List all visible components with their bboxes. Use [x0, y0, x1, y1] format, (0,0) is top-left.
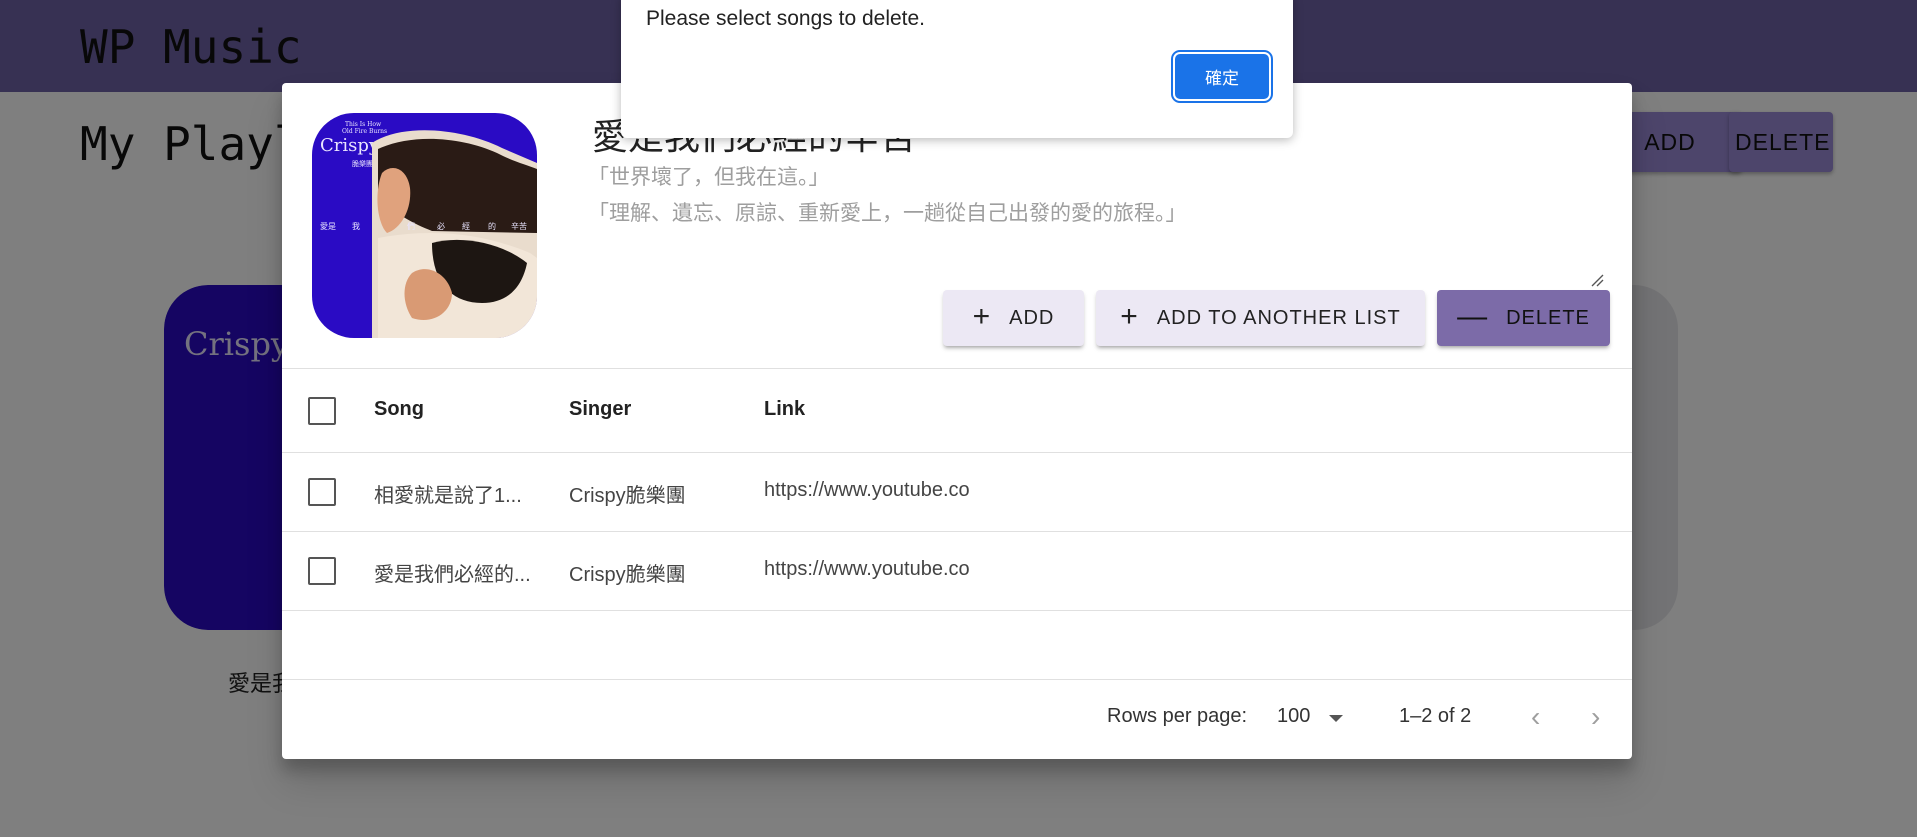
cover-artwork — [372, 130, 537, 338]
minus-icon: — — [1457, 300, 1489, 333]
page: WP Music My Playlists ADD DELETE Crispy … — [0, 0, 1917, 837]
column-header-link[interactable]: Link — [764, 398, 805, 421]
singer-cell: Crispy脆樂團 — [569, 485, 686, 507]
playlist-description-line-2[interactable]: 「理解、遺忘、原諒、重新愛上，一趟從自己出發的愛的旅程。」 — [588, 197, 1187, 227]
alert-message: Please select songs to delete. — [646, 7, 926, 30]
column-header-singer[interactable]: Singer — [569, 398, 631, 421]
column-header-song[interactable]: Song — [374, 398, 424, 421]
table-pagination: Rows per page: 100 1–2 of 2 ‹ › — [282, 679, 1632, 759]
table-row[interactable]: 愛是我們必經的... Crispy脆樂團 https://www.youtube… — [282, 532, 1632, 611]
row-checkbox[interactable] — [308, 478, 336, 506]
add-song-button[interactable]: + ADD — [943, 290, 1084, 346]
song-cell: 愛是我們必經的... — [374, 564, 531, 586]
resize-handle-icon[interactable] — [1590, 273, 1604, 287]
singer-cell: Crispy脆樂團 — [569, 564, 686, 586]
next-page-icon[interactable]: › — [1591, 701, 1600, 733]
add-to-another-list-label: ADD TO ANOTHER LIST — [1156, 306, 1401, 329]
cover-char-7: 辛苦 — [511, 222, 527, 231]
alert-dialog: Please select songs to delete. 確定 — [621, 0, 1293, 138]
link-cell[interactable]: https://www.youtube.co — [764, 558, 992, 581]
rows-per-page-label: Rows per page: — [1107, 705, 1248, 727]
cover-char-6: 的 — [488, 222, 496, 231]
delete-songs-button[interactable]: — DELETE — [1437, 290, 1610, 346]
songs-table: Song Singer Link 相愛就是說了1... Crispy脆樂團 ht… — [282, 368, 1632, 611]
delete-songs-button-label: DELETE — [1506, 306, 1590, 329]
add-to-another-list-button[interactable]: + ADD TO ANOTHER LIST — [1096, 290, 1425, 346]
rows-per-page-select[interactable]: 100 — [1277, 705, 1310, 728]
playlist-dialog: This Is How Old Fire Burns Crispy 脆樂團 愛是… — [282, 83, 1632, 759]
pagination-range: 1–2 of 2 — [1399, 705, 1472, 727]
album-cover: This Is How Old Fire Burns Crispy 脆樂團 愛是… — [312, 113, 537, 338]
link-cell[interactable]: https://www.youtube.co — [764, 479, 992, 502]
cover-char-5: 經 — [462, 222, 470, 231]
song-cell: 相愛就是說了1... — [374, 485, 522, 507]
table-header-row: Song Singer Link — [282, 368, 1632, 453]
select-all-checkbox[interactable] — [308, 397, 336, 425]
previous-page-icon[interactable]: ‹ — [1531, 701, 1540, 733]
cover-char-3: 們 — [407, 222, 415, 231]
caret-down-icon[interactable] — [1329, 715, 1343, 722]
playlist-description-line-1[interactable]: 「世界壞了，但我在這。」 — [588, 161, 830, 191]
add-song-button-label: ADD — [1009, 306, 1055, 329]
table-row[interactable]: 相愛就是說了1... Crispy脆樂團 https://www.youtube… — [282, 453, 1632, 532]
cover-char-4: 必 — [437, 222, 445, 231]
alert-ok-button[interactable]: 確定 — [1175, 54, 1269, 99]
row-checkbox[interactable] — [308, 557, 336, 585]
plus-icon: + — [972, 300, 992, 333]
plus-icon: + — [1120, 300, 1139, 333]
